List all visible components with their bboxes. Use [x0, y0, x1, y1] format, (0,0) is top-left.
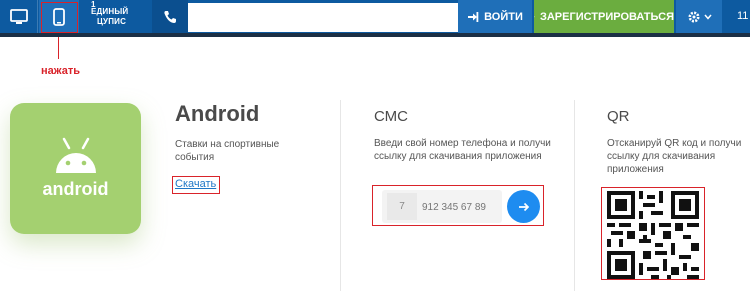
- login-button[interactable]: ВОЙТИ: [458, 0, 532, 33]
- annotation-box-download: [172, 176, 220, 194]
- register-label: ЗАРЕГИСТРИРОВАТЬСЯ: [539, 10, 674, 23]
- annotation-hint-text: нажать: [41, 65, 80, 77]
- sms-description: Введи свой номер телефона и получи ссылк…: [374, 138, 551, 162]
- android-icon: [55, 137, 96, 173]
- annotation-box-mobile: [41, 2, 78, 33]
- android-tile-label: android: [42, 179, 109, 199]
- header-search-field[interactable]: [188, 3, 461, 32]
- login-label: ВОЙТИ: [484, 10, 523, 23]
- annotation-box-sms: [372, 185, 544, 226]
- gear-icon: [688, 11, 699, 22]
- qr-title: QR: [607, 108, 630, 125]
- login-icon: [468, 11, 479, 22]
- annotation-line: [58, 37, 59, 59]
- logo-superscript: 1: [91, 0, 96, 9]
- phone-contact-button[interactable]: [152, 0, 188, 33]
- topbar-bottom-strip: [0, 33, 750, 37]
- edit-icon: [534, 16, 535, 17]
- android-app-tile: android: [10, 103, 141, 234]
- logo-line-2: ЦУПИС: [97, 16, 127, 26]
- chevron-down-icon: [703, 14, 712, 20]
- column-divider-1: [340, 100, 341, 291]
- settings-button[interactable]: [676, 0, 722, 33]
- phone-icon: [164, 10, 176, 23]
- register-button[interactable]: ЗАРЕГИСТРИРОВАТЬСЯ: [534, 0, 674, 33]
- android-description: Ставки на спортивные события: [175, 139, 280, 163]
- column-divider-2: [574, 100, 575, 291]
- overflow-number: 11: [737, 10, 749, 22]
- monitor-icon: [9, 8, 28, 24]
- annotation-box-qr: [601, 187, 705, 280]
- qr-description: Отсканируй QR код и получи ссылку для ск…: [607, 138, 742, 175]
- sms-title: СМС: [374, 108, 408, 125]
- android-title: Android: [175, 101, 260, 126]
- desktop-version-button[interactable]: [0, 0, 38, 33]
